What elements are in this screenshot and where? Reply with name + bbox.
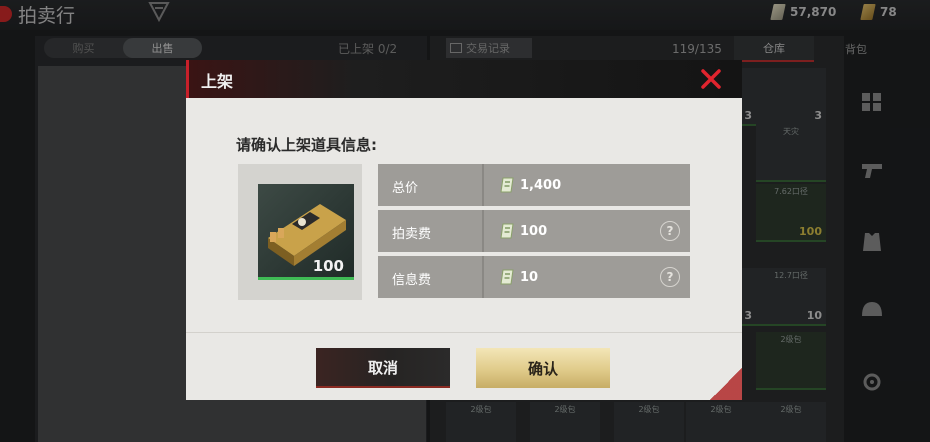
row-divider [482, 210, 484, 252]
item-quantity: 100 [312, 257, 344, 275]
auction-fee-row: 拍卖费 100 ? [378, 210, 690, 252]
cash-icon [500, 223, 514, 239]
divider [186, 332, 742, 333]
cash-icon [500, 177, 514, 193]
corner-accent [710, 368, 742, 400]
cash-icon [500, 269, 514, 285]
modal-header: 上架 [186, 60, 742, 98]
item-durability-bar [258, 277, 354, 280]
confirm-prompt: 请确认上架道具信息: [236, 136, 377, 154]
info-fee-label: 信息费 [392, 273, 432, 288]
help-icon[interactable]: ? [660, 267, 680, 287]
cancel-button[interactable]: 取消 [316, 348, 450, 388]
modal-title: 上架 [201, 72, 234, 91]
auction-fee-label: 拍卖费 [392, 227, 432, 242]
info-fee-row: 信息费 10 ? [378, 256, 690, 298]
listing-confirm-dialog: 请确认上架道具信息: 100 总价 1,400 拍卖费 100 ? 信息费 10… [186, 98, 742, 400]
item-thumbnail: 100 [258, 184, 354, 280]
total-price-label: 总价 [392, 181, 419, 196]
confirm-button[interactable]: 确认 [476, 348, 610, 388]
info-fee-value: 10 [500, 268, 538, 286]
help-icon[interactable]: ? [660, 221, 680, 241]
row-divider [482, 256, 484, 298]
item-preview: 100 [238, 164, 362, 300]
close-icon[interactable] [698, 66, 724, 92]
total-price-value: 1,400 [500, 176, 561, 194]
total-price-row: 总价 1,400 [378, 164, 690, 206]
auction-fee-value: 100 [500, 222, 547, 240]
row-divider [482, 164, 484, 206]
